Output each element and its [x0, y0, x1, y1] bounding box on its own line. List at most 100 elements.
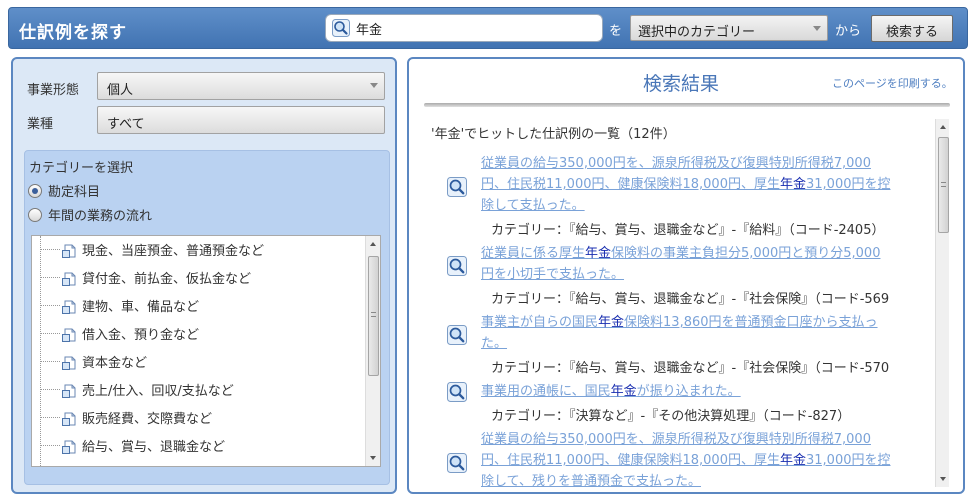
result-category: カテゴリー：『給与、賞与、退職金など』-『社会保険』（コード-569 [491, 292, 890, 307]
header-bar: 仕訳例を探す を 選択中のカテゴリー から 検索する [8, 7, 968, 49]
radio-account-title[interactable]: 勘定科目 [28, 181, 100, 200]
keyword-highlight[interactable]: 年金 [780, 453, 806, 468]
link-text[interactable]: 円、住民税11,000円、健康保険料18,000円、厚生 [481, 177, 780, 192]
link-text[interactable]: 除して、残りを普通預金で支払った。 [481, 474, 701, 487]
magnifier-icon[interactable] [447, 176, 467, 201]
result-link-line[interactable]: 除して、残りを普通預金で支払った。 [481, 471, 921, 487]
result-link[interactable]: 事業主が自らの国民年金保険料13,860円を普通預金口座から支払った。 [481, 312, 921, 354]
result-link[interactable]: 事業用の通帳に、国民年金が振り込まれた。 [481, 381, 921, 402]
link-text[interactable]: 保険料13,860円を普通預金口座から支払っ [624, 315, 878, 330]
result-link-line[interactable]: 円を小切手で支払った。 [481, 264, 921, 285]
grip-icon [941, 182, 946, 187]
document-icon [62, 272, 78, 290]
results-summary: '年金'でヒットした仕訳例の一覧（12件） [431, 127, 676, 142]
category-scope-value: 選択中のカテゴリー [638, 25, 756, 40]
tree-item-label: 売上/仕入、回収/支払など [82, 384, 234, 399]
industry-select[interactable]: すべて [97, 106, 385, 134]
tree-scrollbar[interactable] [365, 236, 380, 466]
link-text[interactable]: 円、住民税11,000円、健康保険料18,000円、厚生 [481, 453, 780, 468]
tree-item[interactable]: 売上/仕入、回収/支払など [40, 380, 234, 402]
result-category: カテゴリー：『決算など』-『その他決算処理』（コード-827） [491, 409, 851, 424]
tree-item[interactable]: 資本金など [40, 352, 147, 374]
search-box[interactable] [325, 14, 603, 42]
link-text[interactable]: 従業員の給与350,000円を、源泉所得税及び復興特別所得税7,000 [481, 156, 871, 171]
wo-label: を [609, 24, 623, 39]
print-link[interactable]: このページを印刷する。 [832, 75, 953, 91]
link-text[interactable]: 事業主が自らの国民 [481, 315, 598, 330]
results-title: 検索結果 [643, 73, 720, 95]
link-text[interactable]: 保険料の事業主負担分5,000円と預り分5,000 [611, 246, 880, 261]
grip-icon [371, 312, 376, 317]
magnifier-icon[interactable] [447, 256, 467, 280]
document-icon [62, 412, 78, 430]
tree-item[interactable]: 給与、賞与、退職金など [40, 436, 225, 458]
tree-connector [40, 333, 60, 334]
search-input[interactable] [356, 19, 596, 37]
tree-item-label: 資本金など [82, 356, 148, 371]
tree-connector [40, 277, 60, 278]
industry-value: すべて [107, 117, 145, 132]
result-link-line[interactable]: 円、住民税11,000円、健康保険料18,000円、厚生年金31,000円を控 [481, 174, 921, 195]
result-link-line[interactable]: 除して支払った。 [481, 195, 921, 216]
result-category: カテゴリー：『給与、賞与、退職金など』-『給料』（コード-2405） [491, 223, 885, 238]
category-title: カテゴリーを選択 [29, 161, 134, 176]
tree-connector [40, 417, 60, 418]
result-link[interactable]: 従業員の給与350,000円を、源泉所得税及び復興特別所得税7,000 円、住民税… [481, 153, 921, 216]
results-scrollbar[interactable] [935, 119, 949, 487]
link-text[interactable]: が振り込まれた。 [637, 384, 741, 399]
link-text[interactable]: 31,000円を控 [806, 177, 891, 192]
result-category: カテゴリー：『給与、賞与、退職金など』-『社会保険』（コード-570 [491, 361, 890, 376]
radio-label: 年間の業務の流れ [48, 209, 153, 224]
link-text[interactable]: 従業員の給与350,000円を、源泉所得税及び復興特別所得税7,000 [481, 432, 871, 447]
link-text[interactable]: 従業員に係る厚生 [481, 246, 585, 261]
link-text[interactable]: 事業用の通帳に、国民 [481, 384, 611, 399]
keyword-highlight[interactable]: 年金 [780, 177, 806, 192]
tree-item[interactable]: 現金、当座預金、普通預金など [40, 240, 264, 262]
result-link[interactable]: 従業員の給与350,000円を、源泉所得税及び復興特別所得税7,000 円、住民税… [481, 429, 921, 487]
search-button[interactable]: 検索する [871, 15, 953, 42]
scroll-down-icon[interactable] [940, 477, 946, 481]
business-type-select[interactable]: 個人 [97, 72, 385, 100]
result-link-line[interactable]: 従業員の給与350,000円を、源泉所得税及び復興特別所得税7,000 [481, 429, 921, 450]
magnifier-icon[interactable] [447, 325, 467, 349]
tree-item[interactable]: 借入金、預り金など [40, 324, 199, 346]
category-scope-select[interactable]: 選択中のカテゴリー [630, 15, 828, 41]
radio-unchecked-icon[interactable] [28, 208, 42, 222]
tree-connector [40, 361, 60, 362]
tree-item[interactable]: 建物、車、備品など [40, 296, 199, 318]
link-text[interactable]: た。 [481, 336, 507, 351]
result-link-line[interactable]: た。 [481, 333, 921, 354]
link-text[interactable]: 円を小切手で支払った。 [481, 267, 624, 282]
result-link-line[interactable]: 従業員の給与350,000円を、源泉所得税及び復興特別所得税7,000 [481, 153, 921, 174]
scroll-up-icon[interactable] [370, 242, 376, 246]
result-link-line[interactable]: 事業用の通帳に、国民年金が振り込まれた。 [481, 381, 921, 402]
result-link-line[interactable]: 従業員に係る厚生年金保険料の事業主負担分5,000円と預り分5,000 [481, 243, 921, 264]
tree-item[interactable]: 販売経費、交際費など [40, 408, 212, 430]
result-link-line[interactable]: 事業主が自らの国民年金保険料13,860円を普通預金口座から支払っ [481, 312, 921, 333]
tree-connector [40, 249, 60, 250]
kara-label: から [835, 24, 862, 39]
chevron-down-icon [813, 26, 821, 31]
keyword-highlight[interactable]: 年金 [598, 315, 624, 330]
magnifier-icon[interactable] [447, 381, 467, 406]
keyword-highlight[interactable]: 年金 [611, 384, 637, 399]
link-text[interactable]: 31,000円を控 [806, 453, 891, 468]
keyword-highlight[interactable]: 年金 [585, 246, 611, 261]
radio-checked-icon[interactable] [28, 184, 42, 198]
business-type-value: 個人 [107, 83, 134, 98]
scroll-up-icon[interactable] [940, 125, 946, 129]
scroll-thumb[interactable] [938, 137, 949, 233]
tree-item[interactable]: 貸付金、前払金、仮払金など [40, 268, 251, 290]
tree-item-label: 借入金、預り金など [82, 328, 200, 343]
magnifier-icon[interactable] [447, 452, 467, 477]
page-title: 仕訳例を探す [19, 23, 127, 43]
link-text[interactable]: 除して支払った。 [481, 198, 585, 213]
scroll-thumb[interactable] [368, 256, 379, 376]
tree-connector [40, 445, 60, 446]
result-link-line[interactable]: 円、住民税11,000円、健康保険料18,000円、厚生年金31,000円を控 [481, 450, 921, 471]
result-link[interactable]: 従業員に係る厚生年金保険料の事業主負担分5,000円と預り分5,000 円を小切手… [481, 243, 921, 285]
radio-annual-flow[interactable]: 年間の業務の流れ [28, 205, 152, 224]
scroll-down-icon[interactable] [370, 456, 376, 460]
document-icon [62, 440, 78, 458]
chevron-down-icon [370, 83, 378, 88]
